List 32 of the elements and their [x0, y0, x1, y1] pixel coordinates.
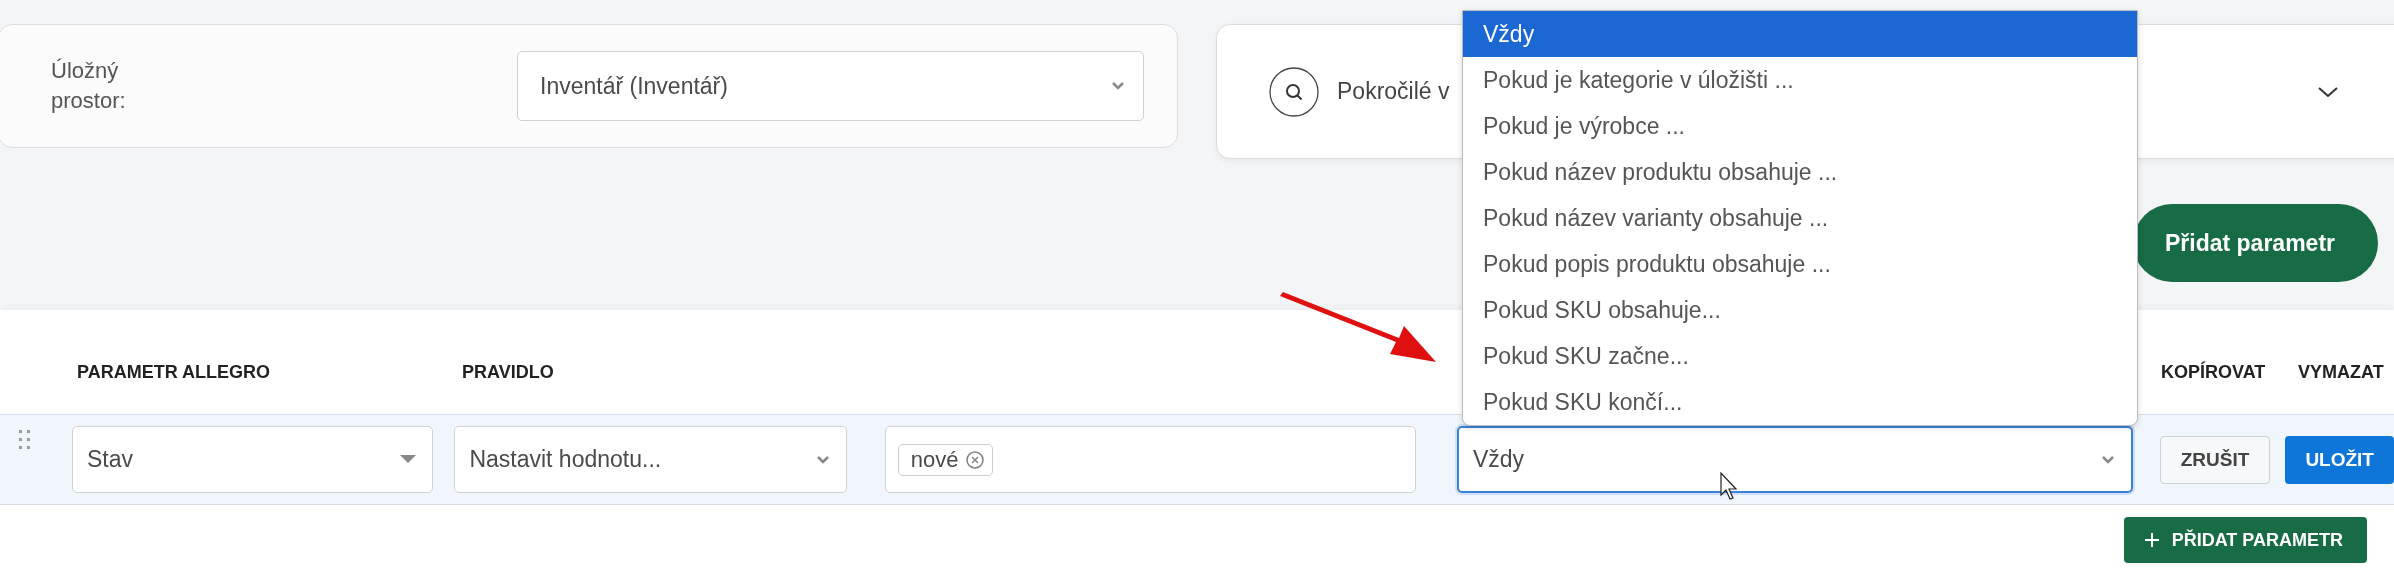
dropdown-option[interactable]: Pokud název produktu obsahuje ...	[1463, 149, 2137, 195]
dropdown-option[interactable]: Pokud je kategorie v úložišti ...	[1463, 57, 2137, 103]
remove-icon[interactable]	[966, 450, 985, 469]
add-parameter-button[interactable]: PŘIDAT PARAMETR	[2123, 517, 2367, 563]
cancel-button[interactable]: ZRUŠIT	[2159, 435, 2271, 484]
chevron-icon	[2100, 454, 2115, 465]
parameter-select[interactable]: Stav	[71, 426, 434, 493]
search-icon	[1269, 66, 1319, 117]
storage-select[interactable]: Inventář (Inventář)	[517, 51, 1144, 121]
caret-icon	[400, 455, 417, 464]
plus-icon	[2143, 532, 2160, 548]
chevron-icon	[2317, 85, 2339, 98]
dropdown-option[interactable]: Pokud SKU končí...	[1463, 379, 2137, 425]
advanced-search-label: Pokročilé v	[1337, 78, 1450, 105]
dropdown-option[interactable]: Pokud je výrobce ...	[1463, 103, 2137, 149]
dropdown-option[interactable]: Pokud SKU začne...	[1463, 333, 2137, 379]
column-header: PRAVIDLO	[462, 361, 555, 383]
tags-field[interactable]: nové	[884, 426, 1416, 493]
column-header: PARAMETR ALLEGRO	[77, 361, 271, 383]
dropdown-option[interactable]: Pokud SKU obsahuje...	[1463, 287, 2137, 333]
column-header: VYMAZAT	[2298, 361, 2384, 383]
column-header: KOPÍROVAT	[2161, 361, 2267, 383]
chevron-icon	[815, 454, 830, 465]
save-button[interactable]: ULOŽIT	[2285, 435, 2394, 484]
drag-handle-icon[interactable]	[18, 429, 32, 451]
value-tag: nové	[897, 443, 994, 476]
condition-select[interactable]: Vždy	[1456, 426, 2133, 493]
mouse-cursor-icon	[1720, 472, 1740, 500]
rule-select[interactable]: Nastavit hodnotu...	[454, 426, 847, 493]
storage-label: Úložný prostor:	[51, 57, 127, 115]
dropdown-option[interactable]: Vždy	[1463, 11, 2137, 57]
chevron-icon	[1111, 81, 1125, 91]
